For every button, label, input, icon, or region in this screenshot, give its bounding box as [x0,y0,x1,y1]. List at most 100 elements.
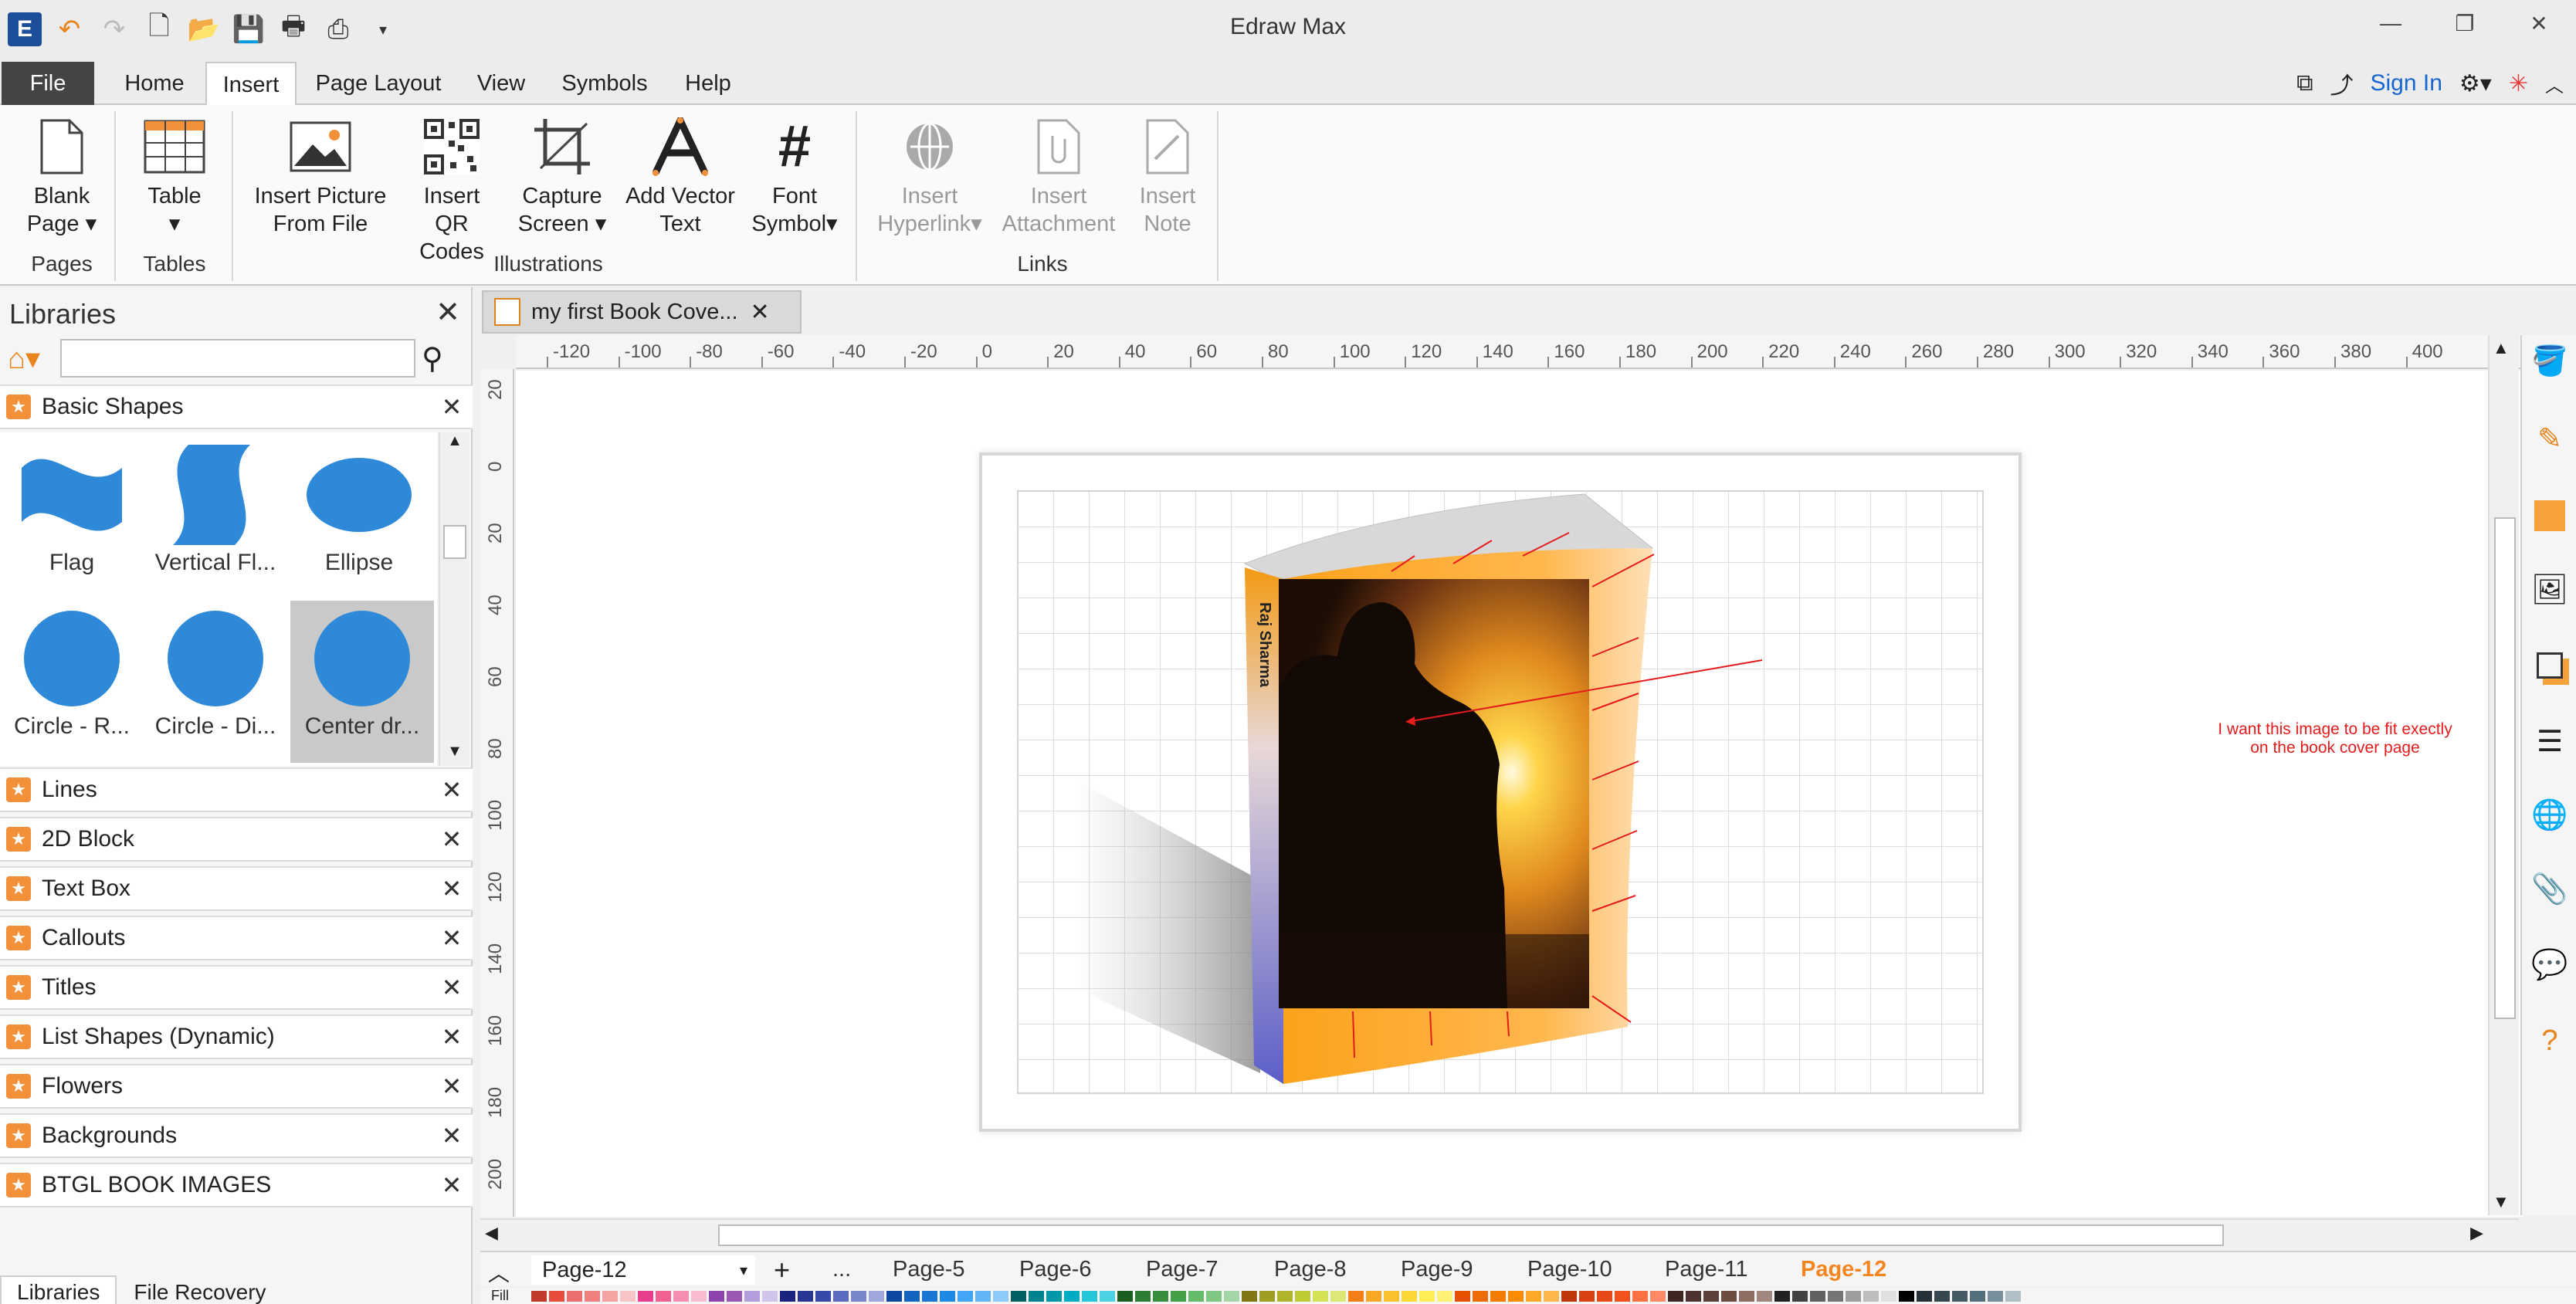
color-swatch[interactable] [1632,1291,1648,1302]
color-swatch[interactable] [1259,1291,1275,1302]
color-swatch[interactable] [1846,1291,1861,1302]
tab-help[interactable]: Help [672,62,744,105]
color-swatch[interactable] [1402,1291,1417,1302]
color-swatch[interactable] [1721,1291,1737,1302]
publish-icon[interactable]: ⧉ [2296,70,2313,97]
color-swatch[interactable] [656,1291,671,1302]
category-flowers[interactable]: ★ Flowers ✕ [0,1064,473,1109]
close-libraries-icon[interactable]: ✕ [436,295,460,330]
tab-view[interactable]: View [466,62,536,105]
color-swatch[interactable] [567,1291,582,1302]
color-swatch[interactable] [1295,1291,1310,1302]
color-swatch[interactable] [1970,1291,1985,1302]
category-lines[interactable]: ★ Lines ✕ [0,767,473,812]
scroll-down-icon[interactable]: ▼ [2493,1192,2510,1212]
theme-icon[interactable]: ✳ [2509,70,2528,97]
color-swatch[interactable] [1117,1291,1133,1302]
color-swatch[interactable] [673,1291,689,1302]
color-swatch[interactable] [1988,1291,2003,1302]
color-swatch[interactable] [1029,1291,1044,1302]
new-file-icon[interactable]: 🗋 [142,12,176,46]
search-icon[interactable]: ⚲ [422,341,443,376]
color-swatch[interactable] [1366,1291,1381,1302]
tab-page-layout[interactable]: Page Layout [307,62,449,105]
color-swatch[interactable] [904,1291,920,1302]
color-swatch[interactable] [1792,1291,1808,1302]
page-tab-11[interactable]: Page-11 [1665,1257,1748,1282]
export-icon[interactable]: ⎙ [321,12,355,46]
scroll-right-icon[interactable]: ▶ [2470,1223,2483,1243]
color-swatch[interactable] [1810,1291,1825,1302]
restore-icon[interactable]: ❐ [2428,0,2502,46]
book-cover-drawing[interactable]: Raj Sharma [982,456,2018,1129]
customize-qat-icon[interactable]: ▾ [366,12,400,46]
sign-in-link[interactable]: Sign In [2371,70,2442,97]
scroll-left-icon[interactable]: ◀ [485,1223,498,1243]
layers-icon[interactable] [2531,647,2568,684]
shape-vertical-flag[interactable]: Vertical Fl... [144,445,287,607]
close-category-icon[interactable]: ✕ [431,775,473,804]
category-list-shapes[interactable]: ★ List Shapes (Dynamic) ✕ [0,1014,473,1059]
color-swatch[interactable] [1544,1291,1559,1302]
comments-icon[interactable]: 💬 [2531,947,2568,984]
color-swatch[interactable] [1650,1291,1666,1302]
page-tab-5[interactable]: Page-5 [893,1257,965,1282]
category-btgl-book-images[interactable]: ★ BTGL BOOK IMAGES ✕ [0,1163,473,1207]
color-swatch[interactable] [1526,1291,1541,1302]
capture-screen-button[interactable]: Capture Screen ▾ [513,114,612,238]
color-swatch[interactable] [1437,1291,1452,1302]
print-icon[interactable]: 🖶 [276,12,310,46]
close-category-icon[interactable]: ✕ [431,973,473,1002]
color-swatch[interactable] [1188,1291,1204,1302]
collapse-pages-icon[interactable]: ︿ [488,1257,510,1288]
color-swatch[interactable] [531,1291,547,1302]
close-category-icon[interactable]: ✕ [431,1170,473,1200]
color-swatch[interactable] [1881,1291,1896,1302]
color-swatch[interactable] [1952,1291,1968,1302]
drawing-canvas[interactable]: Raj Sharma I want this image to be fit e… [516,371,2523,1217]
undo-icon[interactable]: ↶ [53,12,86,46]
save-icon[interactable]: 💾 [232,12,266,46]
color-swatch[interactable] [1774,1291,1790,1302]
table-button[interactable]: Table ▾ [128,114,221,238]
color-swatch[interactable] [780,1291,795,1302]
category-basic-shapes[interactable]: ★ Basic Shapes ✕ [0,384,473,429]
insert-hyperlink-button[interactable]: Insert Hyperlink▾ [869,114,990,238]
color-swatch[interactable] [1277,1291,1293,1302]
fill-bucket-icon[interactable]: 🪣 [2531,343,2568,380]
tab-file-recovery[interactable]: File Recovery [117,1275,283,1304]
page-selector[interactable]: Page-12 ▾ [531,1255,755,1285]
color-swatch[interactable] [869,1291,884,1302]
color-swatch[interactable] [762,1291,778,1302]
collapse-ribbon-icon[interactable]: ︿ [2545,70,2564,97]
color-swatch[interactable] [709,1291,724,1302]
insert-note-button[interactable]: Insert Note [1129,114,1206,238]
tab-insert[interactable]: Insert [205,62,297,107]
insert-attachment-button[interactable]: Insert Attachment [1001,114,1117,238]
color-swatch[interactable] [638,1291,653,1302]
open-folder-icon[interactable]: 📂 [187,12,221,46]
color-swatch[interactable] [1046,1291,1062,1302]
canvas-horizontal-scrollbar[interactable]: ◀ ▶ [480,1218,2519,1249]
close-category-icon[interactable]: ✕ [431,923,473,953]
page-tab-6[interactable]: Page-6 [1019,1257,1092,1282]
font-symbol-button[interactable]: # Font Symbol▾ [746,114,843,238]
shape-grid-scrollbar[interactable]: ▲ ▼ [439,432,469,766]
share-icon[interactable]: ⤴ [2330,66,2354,100]
color-swatch[interactable] [940,1291,955,1302]
color-swatch[interactable] [1703,1291,1719,1302]
close-category-icon[interactable]: ✕ [431,825,473,854]
color-swatch[interactable] [585,1291,600,1302]
category-text-box[interactable]: ★ Text Box ✕ [0,866,473,911]
color-swatch[interactable] [1064,1291,1080,1302]
page-tab-12[interactable]: Page-12 [1801,1257,1886,1282]
page-tab-7[interactable]: Page-7 [1146,1257,1219,1282]
help-icon[interactable]: ? [2531,1022,2568,1059]
color-swatch[interactable] [1934,1291,1950,1302]
library-search-input[interactable] [60,339,415,378]
color-swatch[interactable] [1490,1291,1506,1302]
add-vector-text-button[interactable]: Add Vector Text [622,114,738,238]
close-document-icon[interactable]: ✕ [751,299,770,326]
close-window-icon[interactable]: ✕ [2502,0,2576,46]
color-swatch[interactable] [851,1291,866,1302]
